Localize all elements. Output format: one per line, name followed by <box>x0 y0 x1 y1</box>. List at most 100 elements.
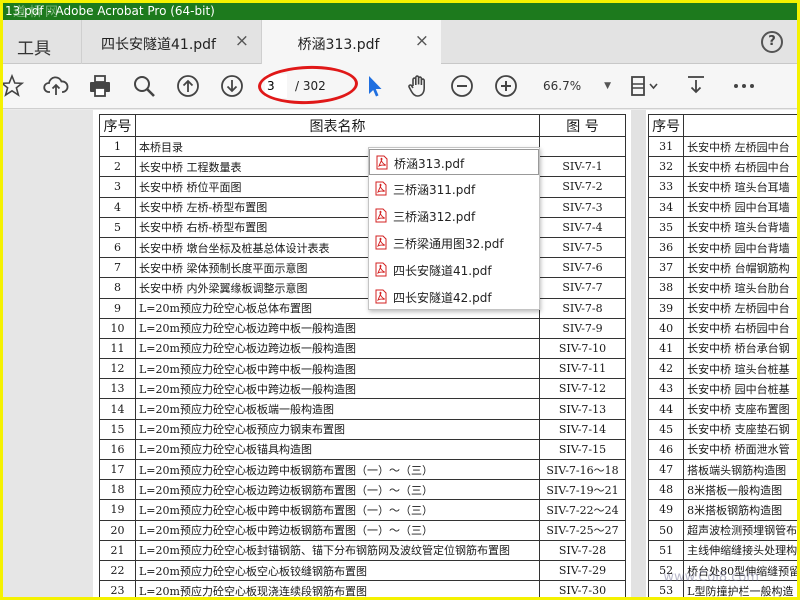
row-number: 36 <box>647 236 685 259</box>
open-file-item[interactable]: 三桥涵311.pdf <box>369 176 539 202</box>
table-row: 11 L=20m预应力砼空心板边跨边板一般构造图 SIV-7-10 <box>99 337 626 360</box>
drawing-name: L=20m预应力砼空心板边跨中板钢筋布置图（一）～（三） <box>135 458 540 481</box>
table-row: 32 长安中桥 右桥园中台 <box>647 156 797 178</box>
row-number: 19 <box>99 499 136 521</box>
page-fit-icon[interactable] <box>627 73 663 99</box>
table-row: 48 8米搭板一般构造图 <box>647 479 797 501</box>
drawing-name: 长安中桥 支座垫石钢 <box>683 418 797 440</box>
upload-icon[interactable] <box>43 73 69 99</box>
row-number: 43 <box>647 378 685 400</box>
drawing-name: 长安中桥 右桥园中台 <box>683 317 797 339</box>
zoom-level-select[interactable]: 66.7% ▼ <box>537 74 613 98</box>
row-number: 18 <box>99 479 136 501</box>
drawing-name: 长安中桥 瑄头台肋台 <box>683 277 797 299</box>
hand-icon[interactable] <box>405 73 431 99</box>
acrobat-window: 13.pdf - Adobe Acrobat Pro (64-bit) 道桥网 … <box>3 3 797 597</box>
table-row: 15 L=20m预应力砼空心板预应力钢束布置图 SIV-7-14 <box>99 418 626 440</box>
table-row: 14 L=20m预应力砼空心板板端一般构造图 SIV-7-13 <box>99 398 626 420</box>
open-file-item[interactable]: 三桥涵312.pdf <box>369 203 539 229</box>
zoom-search-icon[interactable] <box>131 73 157 99</box>
row-number: 2 <box>99 156 136 178</box>
drawing-code: SIV-7-29 <box>539 559 626 582</box>
row-number: 39 <box>647 297 685 319</box>
open-file-item[interactable]: 四长安隧道41.pdf <box>369 257 539 283</box>
open-file-label: 桥涵313.pdf <box>394 157 465 171</box>
row-number: 11 <box>99 337 136 360</box>
drawing-name: L=20m预应力砼空心板中跨边板一般构造图 <box>135 378 540 400</box>
row-number: 49 <box>647 499 685 521</box>
drawing-code: SIV-7-19～21 <box>539 479 626 501</box>
table-row: 44 长安中桥 支座布置图 <box>647 398 797 420</box>
drawing-code: SIV-7-1 <box>539 156 626 178</box>
print-icon[interactable] <box>87 73 113 99</box>
drawing-code: SIV-7-28 <box>539 539 626 561</box>
table-row: 20 L=20m预应力砼空心板中跨边板钢筋布置图（一）～（三） SIV-7-25～2… <box>99 519 626 541</box>
header-no: 序号 <box>99 114 136 137</box>
row-number: 48 <box>647 479 685 501</box>
row-number: 15 <box>99 418 136 440</box>
open-file-item[interactable]: 桥涵313.pdf <box>369 149 539 175</box>
drawing-code: SIV-7-14 <box>539 418 626 440</box>
drawing-name: L=20m预应力砼空心板空心板铰缝钢筋布置图 <box>135 559 540 582</box>
drawing-code: SIV-7-2 <box>539 176 626 198</box>
chevron-down-icon: ▼ <box>604 81 611 91</box>
tab-document-313[interactable]: 桥涵313.pdf × <box>261 20 441 65</box>
drawing-name: 长安中桥 支座布置图 <box>683 398 797 420</box>
pdf-file-icon <box>375 262 387 277</box>
page-gap <box>631 110 646 597</box>
open-file-label: 四长安隧道41.pdf <box>393 264 492 278</box>
row-number: 42 <box>647 358 685 380</box>
table-row: 34 长安中桥 园中台耳墙 <box>647 196 797 218</box>
row-number: 14 <box>99 398 136 420</box>
download-icon[interactable] <box>683 73 709 99</box>
row-number: 38 <box>647 277 685 299</box>
open-file-item[interactable]: 四长安隧道42.pdf <box>369 284 539 310</box>
row-number: 33 <box>647 176 685 198</box>
table-row: 5 长安中桥 右桥-桥型布置图 SIV-7-4 <box>99 216 626 238</box>
table-row: 10 L=20m预应力砼空心板边跨中板一般构造图 SIV-7-9 <box>99 317 626 339</box>
row-number: 44 <box>647 398 685 420</box>
page-up-icon[interactable] <box>175 73 201 99</box>
star-icon[interactable] <box>3 73 25 99</box>
zoom-out-icon[interactable] <box>449 73 475 99</box>
open-file-label: 三桥涵312.pdf <box>393 210 476 224</box>
drawing-code: SIV-7-10 <box>539 337 626 360</box>
watermark-text: www.Coi8.com <box>663 570 759 585</box>
table-row: 40 长安中桥 右桥园中台 <box>647 317 797 339</box>
open-file-label: 三桥涵311.pdf <box>393 183 476 197</box>
pdf-file-icon <box>375 208 387 223</box>
page-down-icon[interactable] <box>219 73 245 99</box>
more-icon[interactable] <box>731 73 757 99</box>
open-file-label: 三桥梁通用图32.pdf <box>393 237 504 251</box>
table-row: 39 长安中桥 左桥园中台 <box>647 297 797 319</box>
tab-document-41[interactable]: 四长安隧道41.pdf × <box>81 20 261 64</box>
zoom-in-icon[interactable] <box>493 73 519 99</box>
pdf-file-icon <box>376 155 388 170</box>
row-number: 13 <box>99 378 136 400</box>
row-number: 10 <box>99 317 136 339</box>
drawing-name: L=20m预应力砼空心板边跨边板钢筋布置图（一）～（三） <box>135 479 540 501</box>
table-row: 9 L=20m预应力砼空心板总体布置图 SIV-7-8 <box>99 297 626 319</box>
select-cursor-icon[interactable] <box>361 73 387 99</box>
table-header-row: 序号 图表名称 图 号 <box>99 114 626 137</box>
tab-close-icon[interactable]: × <box>415 31 429 51</box>
table-row: 35 长安中桥 瑄头台背墙 <box>647 216 797 238</box>
tab-close-icon[interactable]: × <box>235 31 249 51</box>
tools-tab[interactable]: 工具 <box>17 34 51 59</box>
row-number: 4 <box>99 196 136 218</box>
open-file-item[interactable]: 三桥梁通用图32.pdf <box>369 230 539 256</box>
table-row: 42 长安中桥 瑄头台桩基 <box>647 358 797 380</box>
drawing-name: 8米搭板一般构造图 <box>683 479 797 501</box>
drawing-name: L=20m预应力砼空心板板端一般构造图 <box>135 398 540 420</box>
drawing-name: 长安中桥 园中台耳墙 <box>683 196 797 218</box>
help-icon[interactable]: ? <box>761 31 783 53</box>
row-number: 1 <box>99 135 136 158</box>
tab-label: 桥涵313.pdf <box>297 37 380 53</box>
row-number: 5 <box>99 216 136 238</box>
drawing-code: SIV-7-7 <box>539 277 626 299</box>
drawing-code: SIV-7-4 <box>539 216 626 238</box>
drawing-code: SIV-7-12 <box>539 378 626 400</box>
table-row: 50 超声波检测预埋钢管布 <box>647 519 797 541</box>
zoom-level-value: 66.7% <box>543 79 582 93</box>
table-row: 2 长安中桥 工程数量表 SIV-7-1 <box>99 156 626 178</box>
